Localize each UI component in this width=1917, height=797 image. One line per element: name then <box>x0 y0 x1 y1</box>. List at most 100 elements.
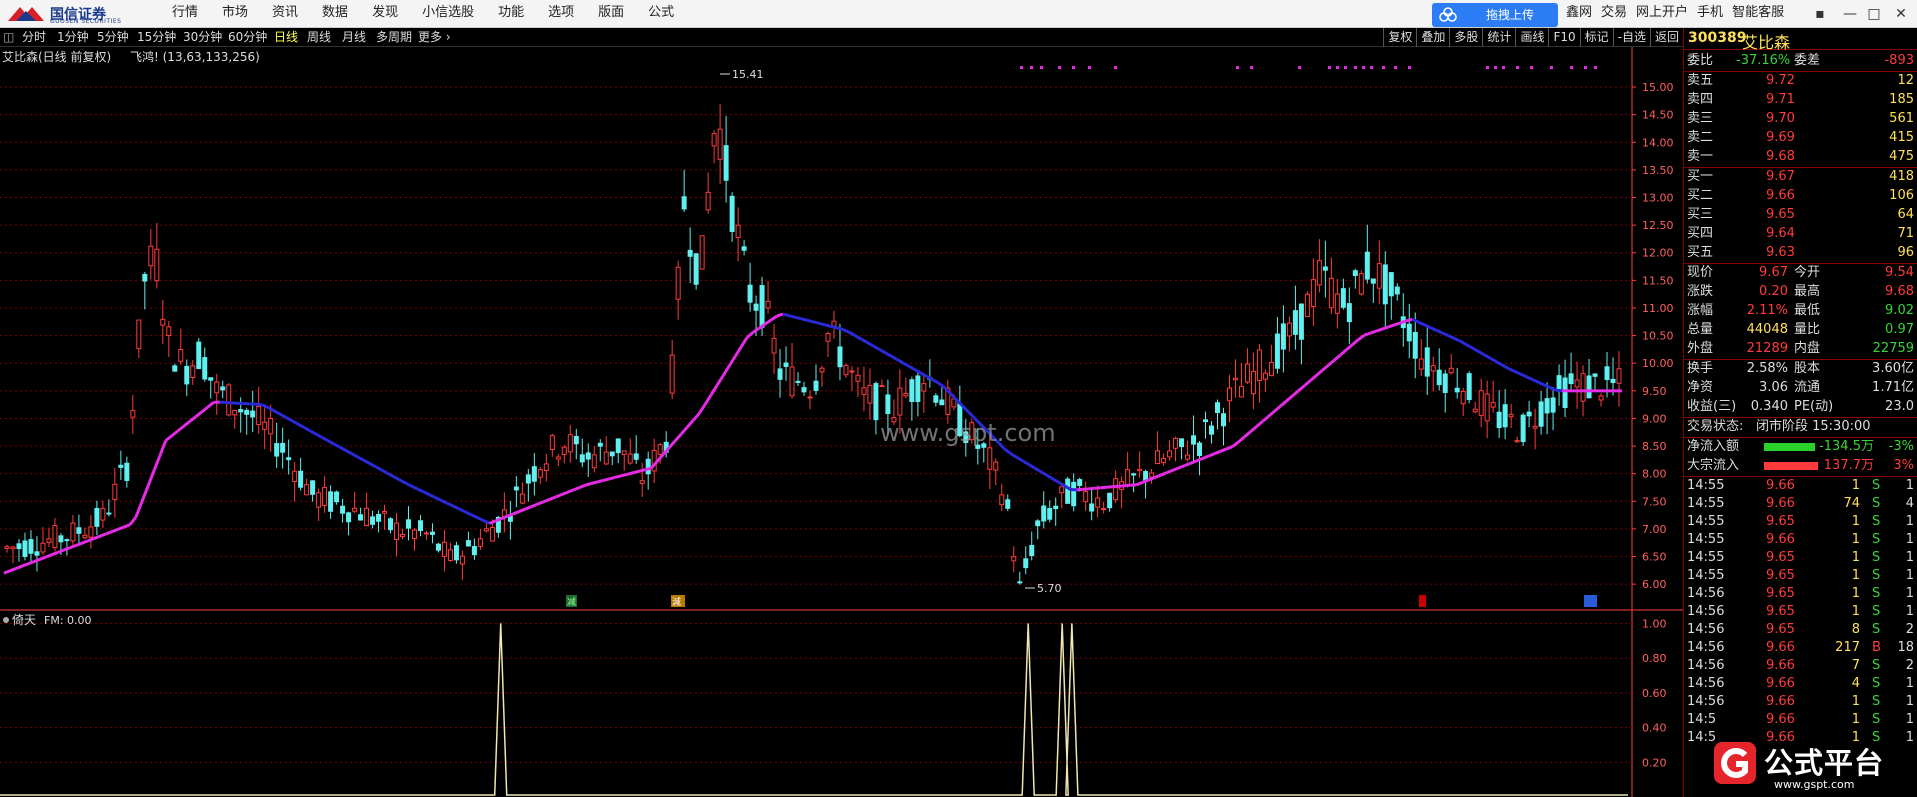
flow-value: 137.7万 <box>1823 458 1874 473</box>
period-tab[interactable]: 周线 <box>307 28 331 47</box>
right-menu-item[interactable]: 网上开户 <box>1636 0 1688 27</box>
period-tab[interactable]: 分时 <box>22 28 46 47</box>
candle-body <box>735 224 741 239</box>
chart-tool-button[interactable]: 统计 <box>1482 28 1515 47</box>
candle-body <box>1454 387 1460 393</box>
period-tab[interactable]: 日线 <box>274 28 298 47</box>
tick-side: S <box>1872 622 1881 637</box>
ma-segment <box>1459 339 1467 346</box>
ma-segment <box>896 358 904 365</box>
stat-label: 股本 <box>1794 361 1821 376</box>
candle-body <box>1244 363 1250 383</box>
ma-segment <box>446 501 455 508</box>
chart-tool-button[interactable]: 画线 <box>1515 28 1548 47</box>
stat-value: 3.06 <box>1759 380 1788 395</box>
kline-chart-svg[interactable]: 15.00 14.50 14.00 13.50 13.00 12.50 12.00 11.50… <box>0 47 1683 797</box>
candle-body <box>411 529 417 540</box>
candle-body <box>1274 333 1280 369</box>
ma-segment <box>800 317 808 322</box>
period-tab[interactable]: 月线 <box>342 28 366 47</box>
candle-body <box>184 365 190 385</box>
tick-volume: 74 <box>1843 496 1860 511</box>
buy-row: 买三 9.65 64 <box>1684 206 1917 224</box>
menu-item[interactable]: 小信选股 <box>422 0 474 27</box>
stock-name[interactable]: 艾比森 <box>1742 29 1790 53</box>
upload-button[interactable]: 拖拽上传 <box>1432 3 1558 27</box>
right-menu-item[interactable]: 交易 <box>1601 0 1627 27</box>
chart-tool-button[interactable]: 多股 <box>1449 28 1482 47</box>
skin-button[interactable]: ▪ <box>1812 6 1828 22</box>
period-tab[interactable]: 15分钟 <box>137 28 176 47</box>
logo-icon <box>8 7 44 21</box>
chart-tool-button[interactable]: 叠加 <box>1416 28 1449 47</box>
sell-row: 卖二 9.69 415 <box>1684 129 1917 147</box>
candle-body <box>903 392 909 397</box>
candle-body <box>849 370 855 373</box>
period-tab[interactable]: 60分钟 <box>228 28 267 47</box>
right-menu-item[interactable]: 鑫网 <box>1566 0 1592 27</box>
tick-count: 1 <box>1905 514 1914 529</box>
menu-item[interactable]: 版面 <box>598 0 624 27</box>
menu-item[interactable]: 功能 <box>498 0 524 27</box>
period-tab[interactable]: 更多 › <box>418 28 451 47</box>
sell-row: 卖四 9.71 185 <box>1684 91 1917 109</box>
stat-value: 3.60亿 <box>1872 361 1914 376</box>
maximize-button[interactable]: □ <box>1866 6 1882 22</box>
tick-count: 1 <box>1905 586 1914 601</box>
minimize-button[interactable]: — <box>1842 6 1858 22</box>
menu-item[interactable]: 市场 <box>222 0 248 27</box>
tick-volume: 7 <box>1851 658 1860 673</box>
period-tab[interactable]: 1分钟 <box>57 28 89 47</box>
candle-body <box>489 526 495 542</box>
candles <box>4 104 1622 585</box>
ma-segment <box>1051 477 1060 484</box>
right-menu-item[interactable]: 手机 <box>1697 0 1723 27</box>
right-menu-item[interactable]: 智能客服 <box>1732 0 1784 27</box>
menu-item[interactable]: 公式 <box>648 0 674 27</box>
menu-item[interactable]: 数据 <box>322 0 348 27</box>
tick-price: 9.66 <box>1766 658 1795 673</box>
ma-segment <box>476 516 485 522</box>
ma-segment <box>794 315 802 321</box>
period-tab[interactable]: 30分钟 <box>183 28 222 47</box>
candle-body <box>136 319 142 350</box>
menu-item[interactable]: 行情 <box>172 0 198 27</box>
candle-body <box>100 508 106 521</box>
candle-body <box>801 387 807 393</box>
candle-body <box>280 442 286 453</box>
chart-tool-button[interactable]: 标记 <box>1579 28 1613 47</box>
chart-tool-button[interactable]: 返回 <box>1649 28 1683 47</box>
close-button[interactable]: ✕ <box>1893 6 1909 22</box>
tick-side: S <box>1872 604 1881 619</box>
order-price: 9.67 <box>1766 169 1795 184</box>
period-tab[interactable]: 5分钟 <box>97 28 129 47</box>
candle-body <box>657 444 663 455</box>
ma-segment <box>1363 331 1371 337</box>
chart-tool-button[interactable]: -自选 <box>1612 28 1650 47</box>
candle-body <box>1185 454 1191 460</box>
ma-segment <box>410 484 419 491</box>
menu-item[interactable]: 资讯 <box>272 0 298 27</box>
chart-tool-button[interactable]: 复权 <box>1383 28 1416 47</box>
stock-code[interactable]: 300389 <box>1688 30 1746 46</box>
ma-segment <box>542 498 550 504</box>
signal-dot <box>1344 66 1347 69</box>
candle-body <box>1388 272 1394 297</box>
period-tab[interactable]: 多周期 <box>376 28 412 47</box>
menu-item[interactable]: 选项 <box>548 0 574 27</box>
stat-label: 量比 <box>1794 322 1821 337</box>
signal-dot <box>1486 66 1489 69</box>
tick-side: B <box>1872 640 1881 655</box>
candle-body <box>1448 367 1454 374</box>
chart-tool-button[interactable]: F10 <box>1548 28 1579 47</box>
tick-volume: 1 <box>1851 478 1860 493</box>
candle-body <box>172 365 178 372</box>
ma-segment <box>727 355 737 367</box>
menu-item[interactable]: 发现 <box>372 0 398 27</box>
panel-toggle-icon[interactable]: ◫ <box>3 28 14 47</box>
candle-body <box>465 540 471 547</box>
candle-body <box>328 491 334 512</box>
kline-chart-area[interactable]: 15.00 14.50 14.00 13.50 13.00 12.50 12.00 11.50… <box>0 47 1683 797</box>
ma-segment <box>715 374 725 387</box>
ma-segment <box>1525 375 1533 381</box>
